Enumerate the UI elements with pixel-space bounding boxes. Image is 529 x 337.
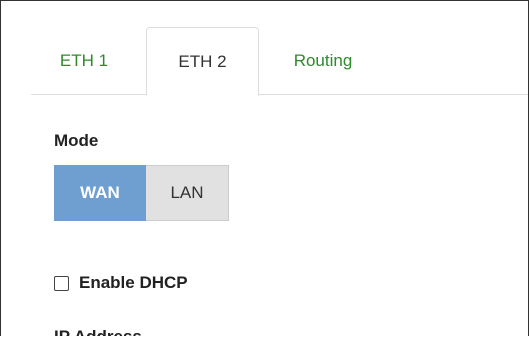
mode-wan-button[interactable]: WAN: [54, 165, 146, 221]
mode-lan-label: LAN: [170, 183, 204, 202]
ip-address-label: IP Address: [54, 327, 142, 336]
mode-wan-label: WAN: [80, 183, 120, 202]
mode-toggle: WAN LAN: [54, 165, 229, 221]
enable-dhcp-label: Enable DHCP: [79, 273, 188, 292]
mode-lan-button[interactable]: LAN: [146, 165, 229, 221]
enable-dhcp-checkbox[interactable]: [54, 275, 69, 291]
enable-dhcp-row[interactable]: Enable DHCP: [54, 273, 188, 293]
tab-routing-label: Routing: [293, 51, 353, 70]
tab-eth1-label: ETH 1: [59, 51, 109, 70]
interface-tabs: ETH 1 ETH 2 Routing: [31, 27, 528, 96]
tab-routing[interactable]: Routing: [269, 27, 377, 95]
settings-panel: ETH 1 ETH 2 Routing Mode WAN LAN Enable …: [0, 0, 529, 336]
tab-eth2-label: ETH 2: [178, 51, 227, 71]
tab-eth1[interactable]: ETH 1: [41, 27, 127, 95]
tab-eth2[interactable]: ETH 2: [146, 27, 259, 96]
mode-label: Mode: [54, 131, 99, 150]
